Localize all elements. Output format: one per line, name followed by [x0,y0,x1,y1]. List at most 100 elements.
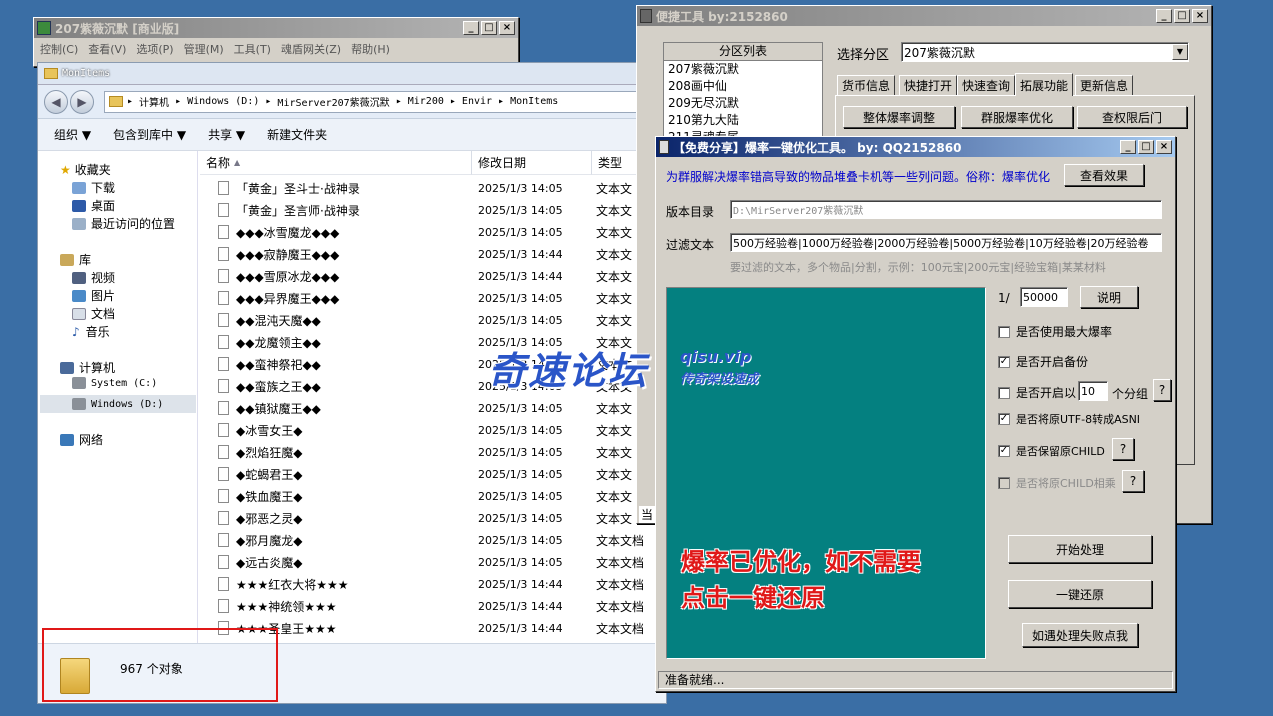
close-button[interactable]: × [1156,140,1172,154]
address-bar[interactable]: ▸ 计算机 ▸ Windows (D:) ▸ MirServer207紫薇沉默 … [104,90,666,113]
include-library-button[interactable]: 包含到库中 ▼ [113,126,186,143]
nav-desktop[interactable]: 桌面 [72,197,115,214]
menu-view[interactable]: 查看(V) [88,41,126,57]
column-name[interactable]: 名称 ▲ [200,151,472,175]
tab-currency[interactable]: 货币信息 [837,75,896,95]
file-row[interactable]: ◆◆◆冰雪魔龙◆◆◆ 2025/1/3 14:05 文本文 [200,221,666,243]
breadcrumb-monitems[interactable]: MonItems [510,96,558,107]
menu-options[interactable]: 选项(P) [136,41,173,57]
close-button[interactable]: × [1192,9,1208,23]
quick-tool-titlebar[interactable]: 便捷工具 by:2152860 _ □ × [637,6,1211,26]
version-dir-input[interactable]: D:\MirServer207紫薇沉默 [730,200,1162,219]
minimize-button[interactable]: _ [1120,140,1136,154]
file-row[interactable]: ◆烈焰狂魔◆ 2025/1/3 14:05 文本文 [200,441,666,463]
checkbox-box[interactable] [998,325,1010,338]
nav-favorites[interactable]: ★ 收藏夹 [60,161,111,178]
tab-extend[interactable]: 拓展功能 [1015,73,1074,96]
breadcrumb-mir200[interactable]: Mir200 [408,96,444,107]
check-backdoor-button[interactable]: 查权限后门 [1077,106,1187,128]
nav-drive-c[interactable]: System (C:) [72,377,157,389]
breadcrumb-envir[interactable]: Envir [462,96,492,107]
menu-gateway[interactable]: 魂盾网关(Z) [281,41,341,57]
backup-checkbox[interactable]: ✓ 是否开启备份 [998,353,1088,370]
nav-network[interactable]: 网络 [60,431,103,448]
utf8-convert-checkbox[interactable]: ✓ 是否将原UTF-8转成ASNI [998,411,1140,427]
group-droprate-button[interactable]: 群服爆率优化 [961,106,1073,128]
check-icon[interactable]: ✓ [998,355,1010,368]
partition-select[interactable]: 207紫薇沉默 ▼ [901,42,1189,62]
menu-help[interactable]: 帮助(H) [351,41,390,57]
filter-input[interactable]: 500万经验卷|1000万经验卷|2000万经验卷|5000万经验卷|10万经验… [730,233,1162,252]
nav-computer[interactable]: 计算机 [60,359,115,376]
ratio-input[interactable]: 50000 [1020,287,1068,307]
file-row[interactable]: ◆◆◆寂静魔王◆◆◆ 2025/1/3 14:44 文本文 [200,243,666,265]
main-server-titlebar[interactable]: 207紫薇沉默 [商业版] _ □ × [34,18,518,38]
file-row[interactable]: ◆蛇蝎君王◆ 2025/1/3 14:05 文本文 [200,463,666,485]
minimize-button[interactable]: _ [1156,9,1172,23]
multiply-help-button[interactable]: ? [1122,470,1144,492]
partition-item[interactable]: 209无尽沉默 [664,95,822,112]
file-row[interactable]: ◆铁血魔王◆ 2025/1/3 14:05 文本文 [200,485,666,507]
restore-button[interactable]: 一键还原 [1008,580,1152,608]
check-icon[interactable]: ✓ [998,413,1010,425]
file-row[interactable]: ◆远古炎魔◆ 2025/1/3 14:05 文本文档 [200,551,666,573]
maximize-button[interactable]: □ [1174,9,1190,23]
menu-tools[interactable]: 工具(T) [234,41,271,57]
nav-recent[interactable]: 最近访问的位置 [72,215,175,232]
partition-item[interactable]: 210第九大陆 [664,112,822,129]
menu-control[interactable]: 控制(C) [40,41,78,57]
nav-videos[interactable]: 视频 [72,269,115,286]
tab-quick-open[interactable]: 快捷打开 [899,75,958,95]
new-folder-button[interactable]: 新建文件夹 [267,126,327,143]
maximize-button[interactable]: □ [1138,140,1154,154]
file-row[interactable]: ◆◆◆雪原冰龙◆◆◆ 2025/1/3 14:44 文本文 [200,265,666,287]
column-date[interactable]: 修改日期 [472,151,592,175]
partition-item[interactable]: 207紫薇沉默 [664,61,822,78]
view-effect-button[interactable]: 查看效果 [1064,164,1144,186]
keep-child-checkbox[interactable]: ✓ 是否保留原CHILD [998,443,1105,459]
tab-update[interactable]: 更新信息 [1075,75,1134,95]
breadcrumb-server[interactable]: MirServer207紫薇沉默 [277,94,389,109]
start-button[interactable]: 开始处理 [1008,535,1152,563]
file-row[interactable]: ★★★神统领★★★ 2025/1/3 14:44 文本文档 [200,595,666,617]
maximize-button[interactable]: □ [481,21,497,35]
nav-downloads[interactable]: 下载 [72,179,115,196]
overall-droprate-button[interactable]: 整体爆率调整 [843,106,955,128]
menu-manage[interactable]: 管理(M) [184,41,224,57]
share-button[interactable]: 共享 ▼ [208,126,245,143]
forward-icon[interactable]: ▶ [70,89,94,114]
explain-button[interactable]: 说明 [1080,286,1138,308]
file-row[interactable]: 「黄金」圣斗士·战神录 2025/1/3 14:05 文本文 [200,177,666,199]
explorer-titlebar[interactable]: MonItems [38,63,666,85]
file-row[interactable]: ◆◆◆异界魔王◆◆◆ 2025/1/3 14:05 文本文 [200,287,666,309]
check-icon[interactable]: ✓ [998,445,1010,457]
file-row[interactable]: ★★★红衣大将★★★ 2025/1/3 14:44 文本文档 [200,573,666,595]
breadcrumb-drive[interactable]: Windows (D:) [187,96,259,107]
partition-list[interactable]: 分区列表 207紫薇沉默 208画中仙 209无尽沉默 210第九大陆 211灵… [663,42,823,138]
nav-documents[interactable]: 文档 [72,305,115,322]
back-icon[interactable]: ◀ [44,89,68,114]
minimize-button[interactable]: _ [463,21,479,35]
close-button[interactable]: × [499,21,515,35]
group-help-button[interactable]: ? [1153,379,1171,401]
nav-music[interactable]: ♪ 音乐 [72,323,110,340]
file-row[interactable]: ◆邪恶之灵◆ 2025/1/3 14:05 文本文 [200,507,666,529]
group-count-input[interactable]: 10 [1078,381,1108,401]
file-row[interactable]: 「黄金」圣言师·战神录 2025/1/3 14:05 文本文 [200,199,666,221]
checkbox-box[interactable] [998,386,1010,399]
optimizer-titlebar[interactable]: 【免费分享】爆率一键优化工具。 by: QQ2152860 _ □ × [656,137,1175,157]
nav-drive-d[interactable]: Windows (D:) [40,395,196,413]
tab-quick-query[interactable]: 快速查询 [957,75,1016,95]
nav-library[interactable]: 库 [60,251,91,268]
chevron-down-icon[interactable]: ▼ [1172,44,1188,60]
child-help-button[interactable]: ? [1112,438,1134,460]
nav-pictures[interactable]: 图片 [72,287,115,304]
file-row[interactable]: ◆邪月魔龙◆ 2025/1/3 14:05 文本文档 [200,529,666,551]
breadcrumb-computer[interactable]: 计算机 [139,94,169,109]
group-checkbox[interactable]: 是否开启以 [998,384,1076,401]
partition-item[interactable]: 208画中仙 [664,78,822,95]
file-row[interactable]: ◆◆混沌天魔◆◆ 2025/1/3 14:05 文本文 [200,309,666,331]
max-droprate-checkbox[interactable]: 是否使用最大爆率 [998,323,1112,340]
organize-button[interactable]: 组织 ▼ [54,126,91,143]
fail-help-button[interactable]: 如遇处理失败点我 [1022,623,1138,647]
